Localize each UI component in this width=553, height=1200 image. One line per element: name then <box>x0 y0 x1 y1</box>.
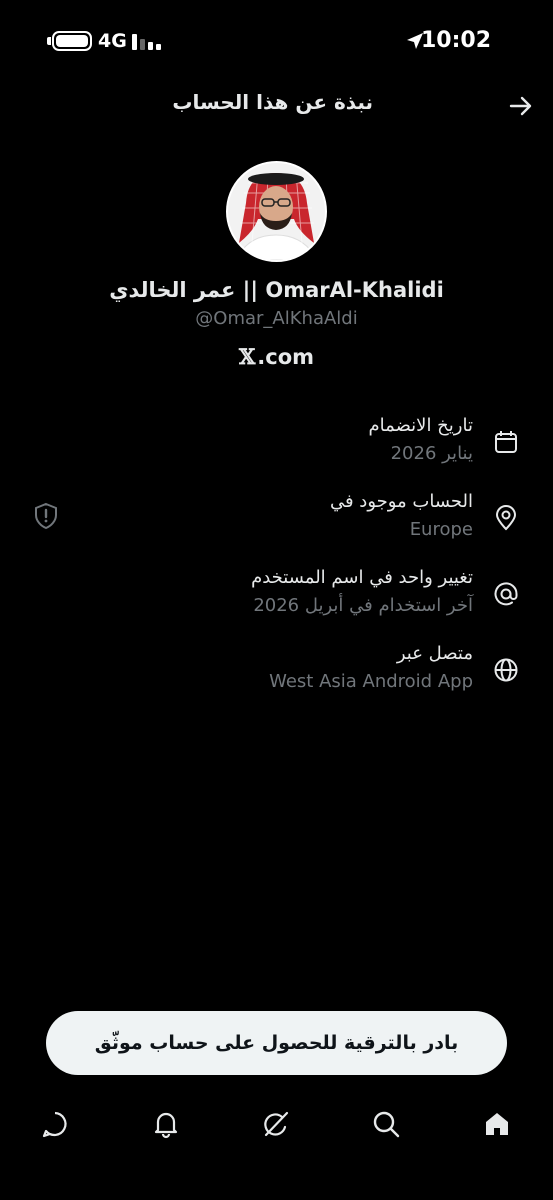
shield-alert-icon[interactable] <box>33 502 59 530</box>
search-icon[interactable] <box>371 1109 401 1139</box>
clock: 10:02 <box>420 28 491 53</box>
info-label: تغيير واحد في اسم المستخدم <box>251 567 473 588</box>
globe-icon <box>494 658 518 682</box>
avatar[interactable] <box>226 161 327 262</box>
signal-icon <box>132 32 162 50</box>
username-handle: @Omar_AlKhaAldi <box>195 308 358 329</box>
x-logo-icon: 𝕏 <box>238 344 256 369</box>
bottom-nav <box>0 1095 553 1160</box>
battery-icon <box>52 31 92 51</box>
battery-nub <box>47 37 51 45</box>
messages-icon[interactable] <box>40 1109 70 1139</box>
notifications-icon[interactable] <box>151 1109 181 1139</box>
arrow-right-icon[interactable] <box>507 92 535 120</box>
grok-icon[interactable] <box>261 1109 291 1139</box>
network-type: 4G <box>98 30 127 52</box>
info-value: يناير 2026 <box>390 443 473 464</box>
info-row-connected-via: متصل عبر West Asia Android App <box>0 643 553 713</box>
info-value: آخر استخدام في أبريل 2026 <box>253 595 473 616</box>
info-row-location: الحساب موجود في Europe <box>0 491 553 561</box>
site-label: 𝕏.com <box>0 344 553 369</box>
upgrade-verified-button[interactable]: بادر بالترقية للحصول على حساب موثّق <box>46 1011 507 1075</box>
info-row-joined: تاريخ الانضمام يناير 2026 <box>0 415 553 485</box>
info-row-username-change: تغيير واحد في اسم المستخدم آخر استخدام ف… <box>0 567 553 637</box>
info-value: Europe <box>409 519 473 540</box>
info-label: الحساب موجود في <box>329 491 473 512</box>
home-icon[interactable] <box>482 1109 512 1139</box>
display-name: عمر الخالدي || OmarAl-Khalidi <box>109 278 444 302</box>
info-label: تاريخ الانضمام <box>368 415 473 436</box>
location-pin-icon <box>495 505 517 531</box>
page-title: نبذة عن هذا الحساب <box>172 90 373 114</box>
at-sign-icon <box>494 582 518 606</box>
calendar-icon <box>495 431 517 453</box>
avatar-illustration <box>228 163 325 260</box>
info-label: متصل عبر <box>396 643 473 664</box>
status-bar: 4G 10:02 <box>0 0 553 80</box>
site-domain: .com <box>257 345 315 369</box>
info-value: West Asia Android App <box>269 671 473 692</box>
